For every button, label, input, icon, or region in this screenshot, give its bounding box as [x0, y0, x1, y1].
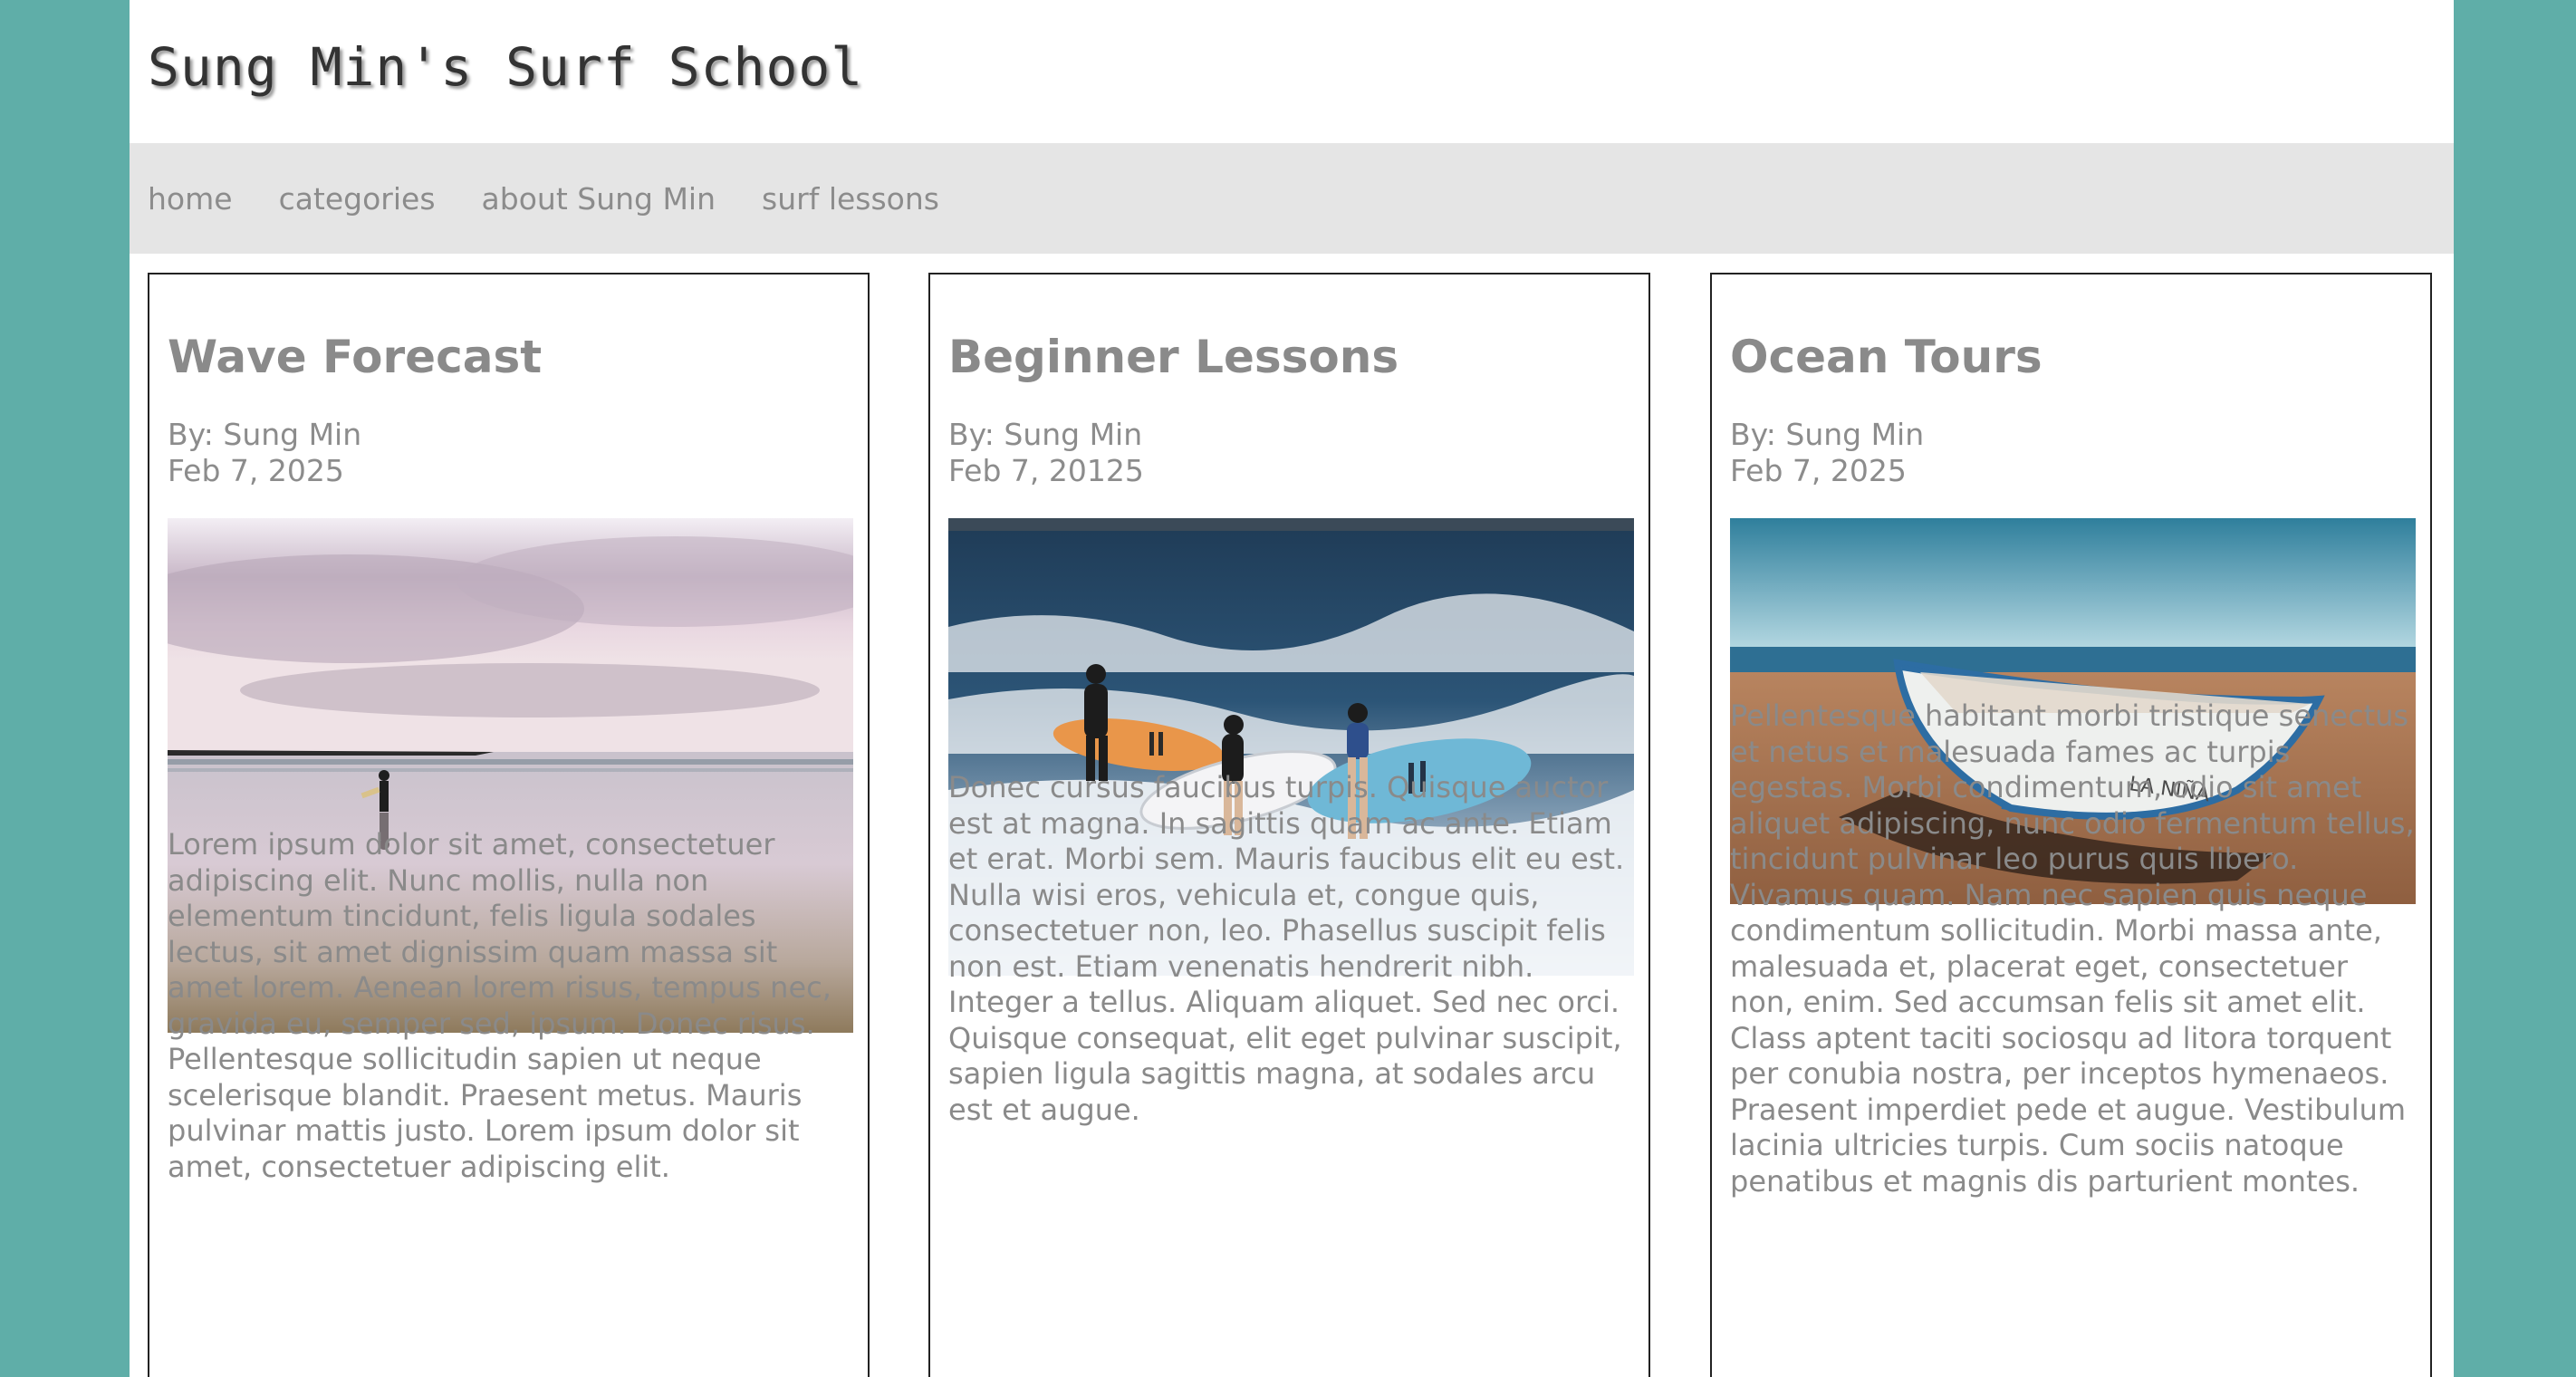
site-header: Sung Min's Surf School — [130, 0, 2454, 143]
post-meta: By: Sung Min Feb 7, 2025 — [1730, 417, 1924, 489]
nav-link-home[interactable]: home — [148, 181, 233, 217]
post-card-ocean-tours: Ocean Tours By: Sung Min Feb 7, 2025 LA … — [1710, 273, 2432, 1377]
post-body: Lorem ipsum dolor sit amet, consectetuer… — [168, 827, 831, 1184]
post-body: Pellentesque habitant morbi tristique se… — [1730, 698, 2415, 1199]
site-title: Sung Min's Surf School — [148, 36, 864, 98]
nav-link-categories[interactable]: categories — [279, 181, 436, 217]
post-author: By: Sung Min — [948, 417, 1143, 452]
page-container: Sung Min's Surf School home categories a… — [130, 0, 2454, 1377]
post-author: By: Sung Min — [168, 417, 362, 452]
post-title[interactable]: Beginner Lessons — [948, 331, 1399, 383]
post-card-wave-forecast: Wave Forecast By: Sung Min Feb 7, 2025 L… — [148, 273, 870, 1377]
main-nav: home categories about Sung Min surf less… — [130, 143, 2454, 254]
post-author: By: Sung Min — [1730, 417, 1925, 452]
post-date: Feb 7, 20125 — [948, 453, 1144, 488]
nav-link-surf-lessons[interactable]: surf lessons — [762, 181, 939, 217]
post-date: Feb 7, 2025 — [1730, 453, 1907, 488]
post-meta: By: Sung Min Feb 7, 20125 — [948, 417, 1144, 489]
post-card-beginner-lessons: Beginner Lessons By: Sung Min Feb 7, 201… — [928, 273, 1650, 1377]
post-title[interactable]: Wave Forecast — [168, 331, 542, 383]
nav-link-about[interactable]: about Sung Min — [482, 181, 716, 217]
post-date: Feb 7, 2025 — [168, 453, 344, 488]
post-body: Donec cursus faucibus turpis. Quisque au… — [948, 770, 1625, 1127]
post-title[interactable]: Ocean Tours — [1730, 331, 2043, 383]
post-meta: By: Sung Min Feb 7, 2025 — [168, 417, 361, 489]
